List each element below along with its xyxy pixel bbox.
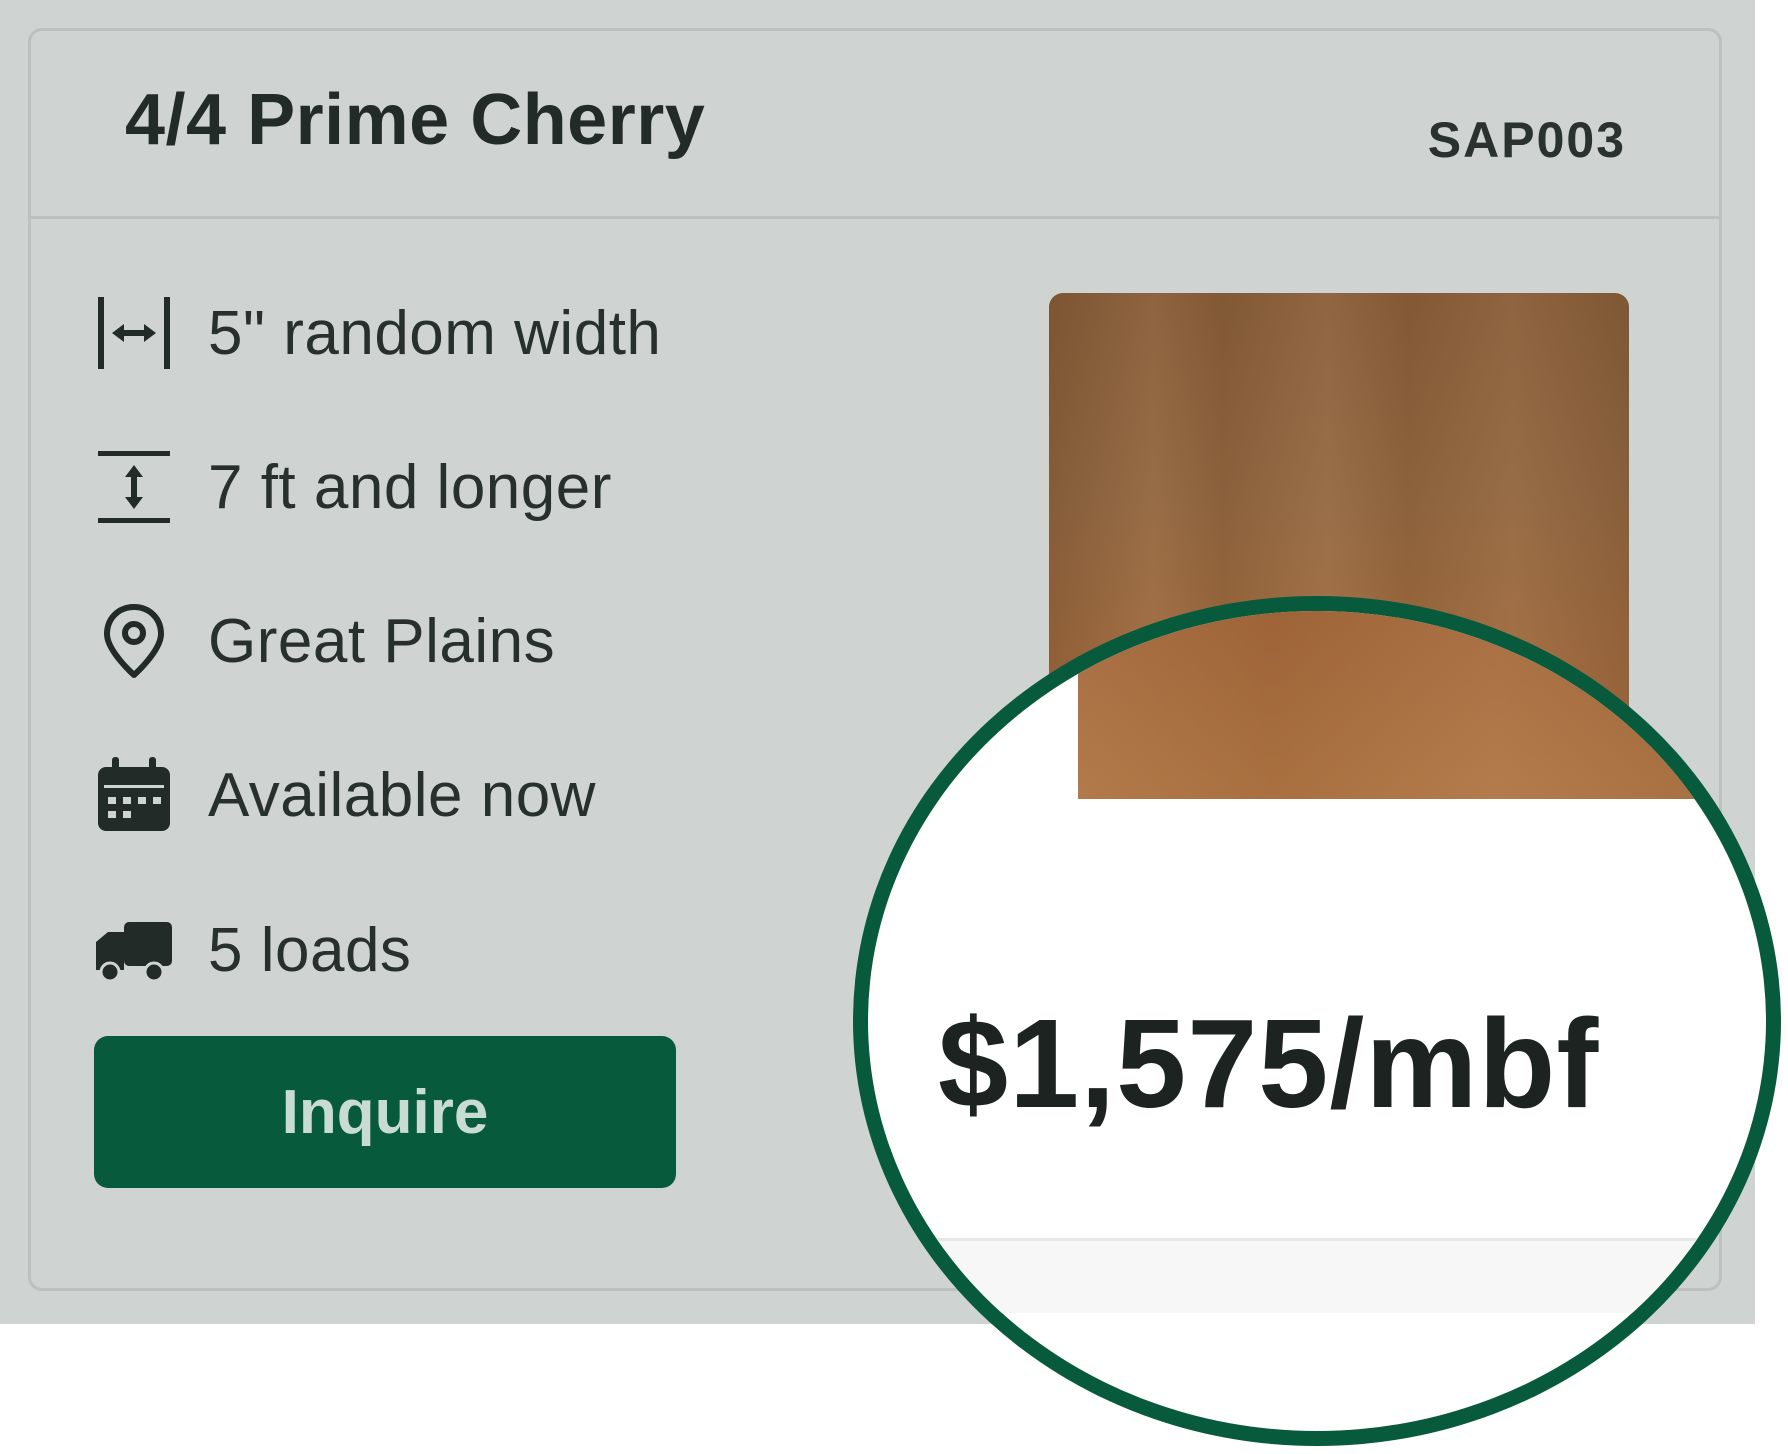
- card-header: 4/4 Prime Cherry SAP003: [31, 31, 1719, 219]
- product-sku: SAP003: [1427, 112, 1626, 168]
- length-arrows-icon: [94, 447, 174, 527]
- price-magnifier: $1,575/mbf: [853, 596, 1781, 1446]
- spec-length: 7 ft and longer: [94, 437, 612, 537]
- location-pin-icon: [94, 601, 174, 681]
- inquire-button[interactable]: Inquire: [94, 1036, 676, 1188]
- truck-icon: [94, 910, 174, 990]
- price-value: $1,575/mbf: [938, 993, 1600, 1134]
- spec-location-label: Great Plains: [208, 606, 556, 676]
- spec-length-label: 7 ft and longer: [208, 452, 612, 522]
- product-title: 4/4 Prime Cherry: [125, 80, 706, 160]
- spec-location: Great Plains: [94, 591, 555, 691]
- spec-loads: 5 loads: [94, 900, 411, 1000]
- spec-availability: Available now: [94, 745, 596, 845]
- calendar-icon: [94, 755, 174, 835]
- spec-width-label: 5" random width: [208, 298, 662, 368]
- spec-loads-label: 5 loads: [208, 915, 412, 985]
- width-arrows-icon: [94, 293, 174, 373]
- spec-availability-label: Available now: [208, 760, 596, 830]
- spec-width: 5" random width: [94, 283, 661, 383]
